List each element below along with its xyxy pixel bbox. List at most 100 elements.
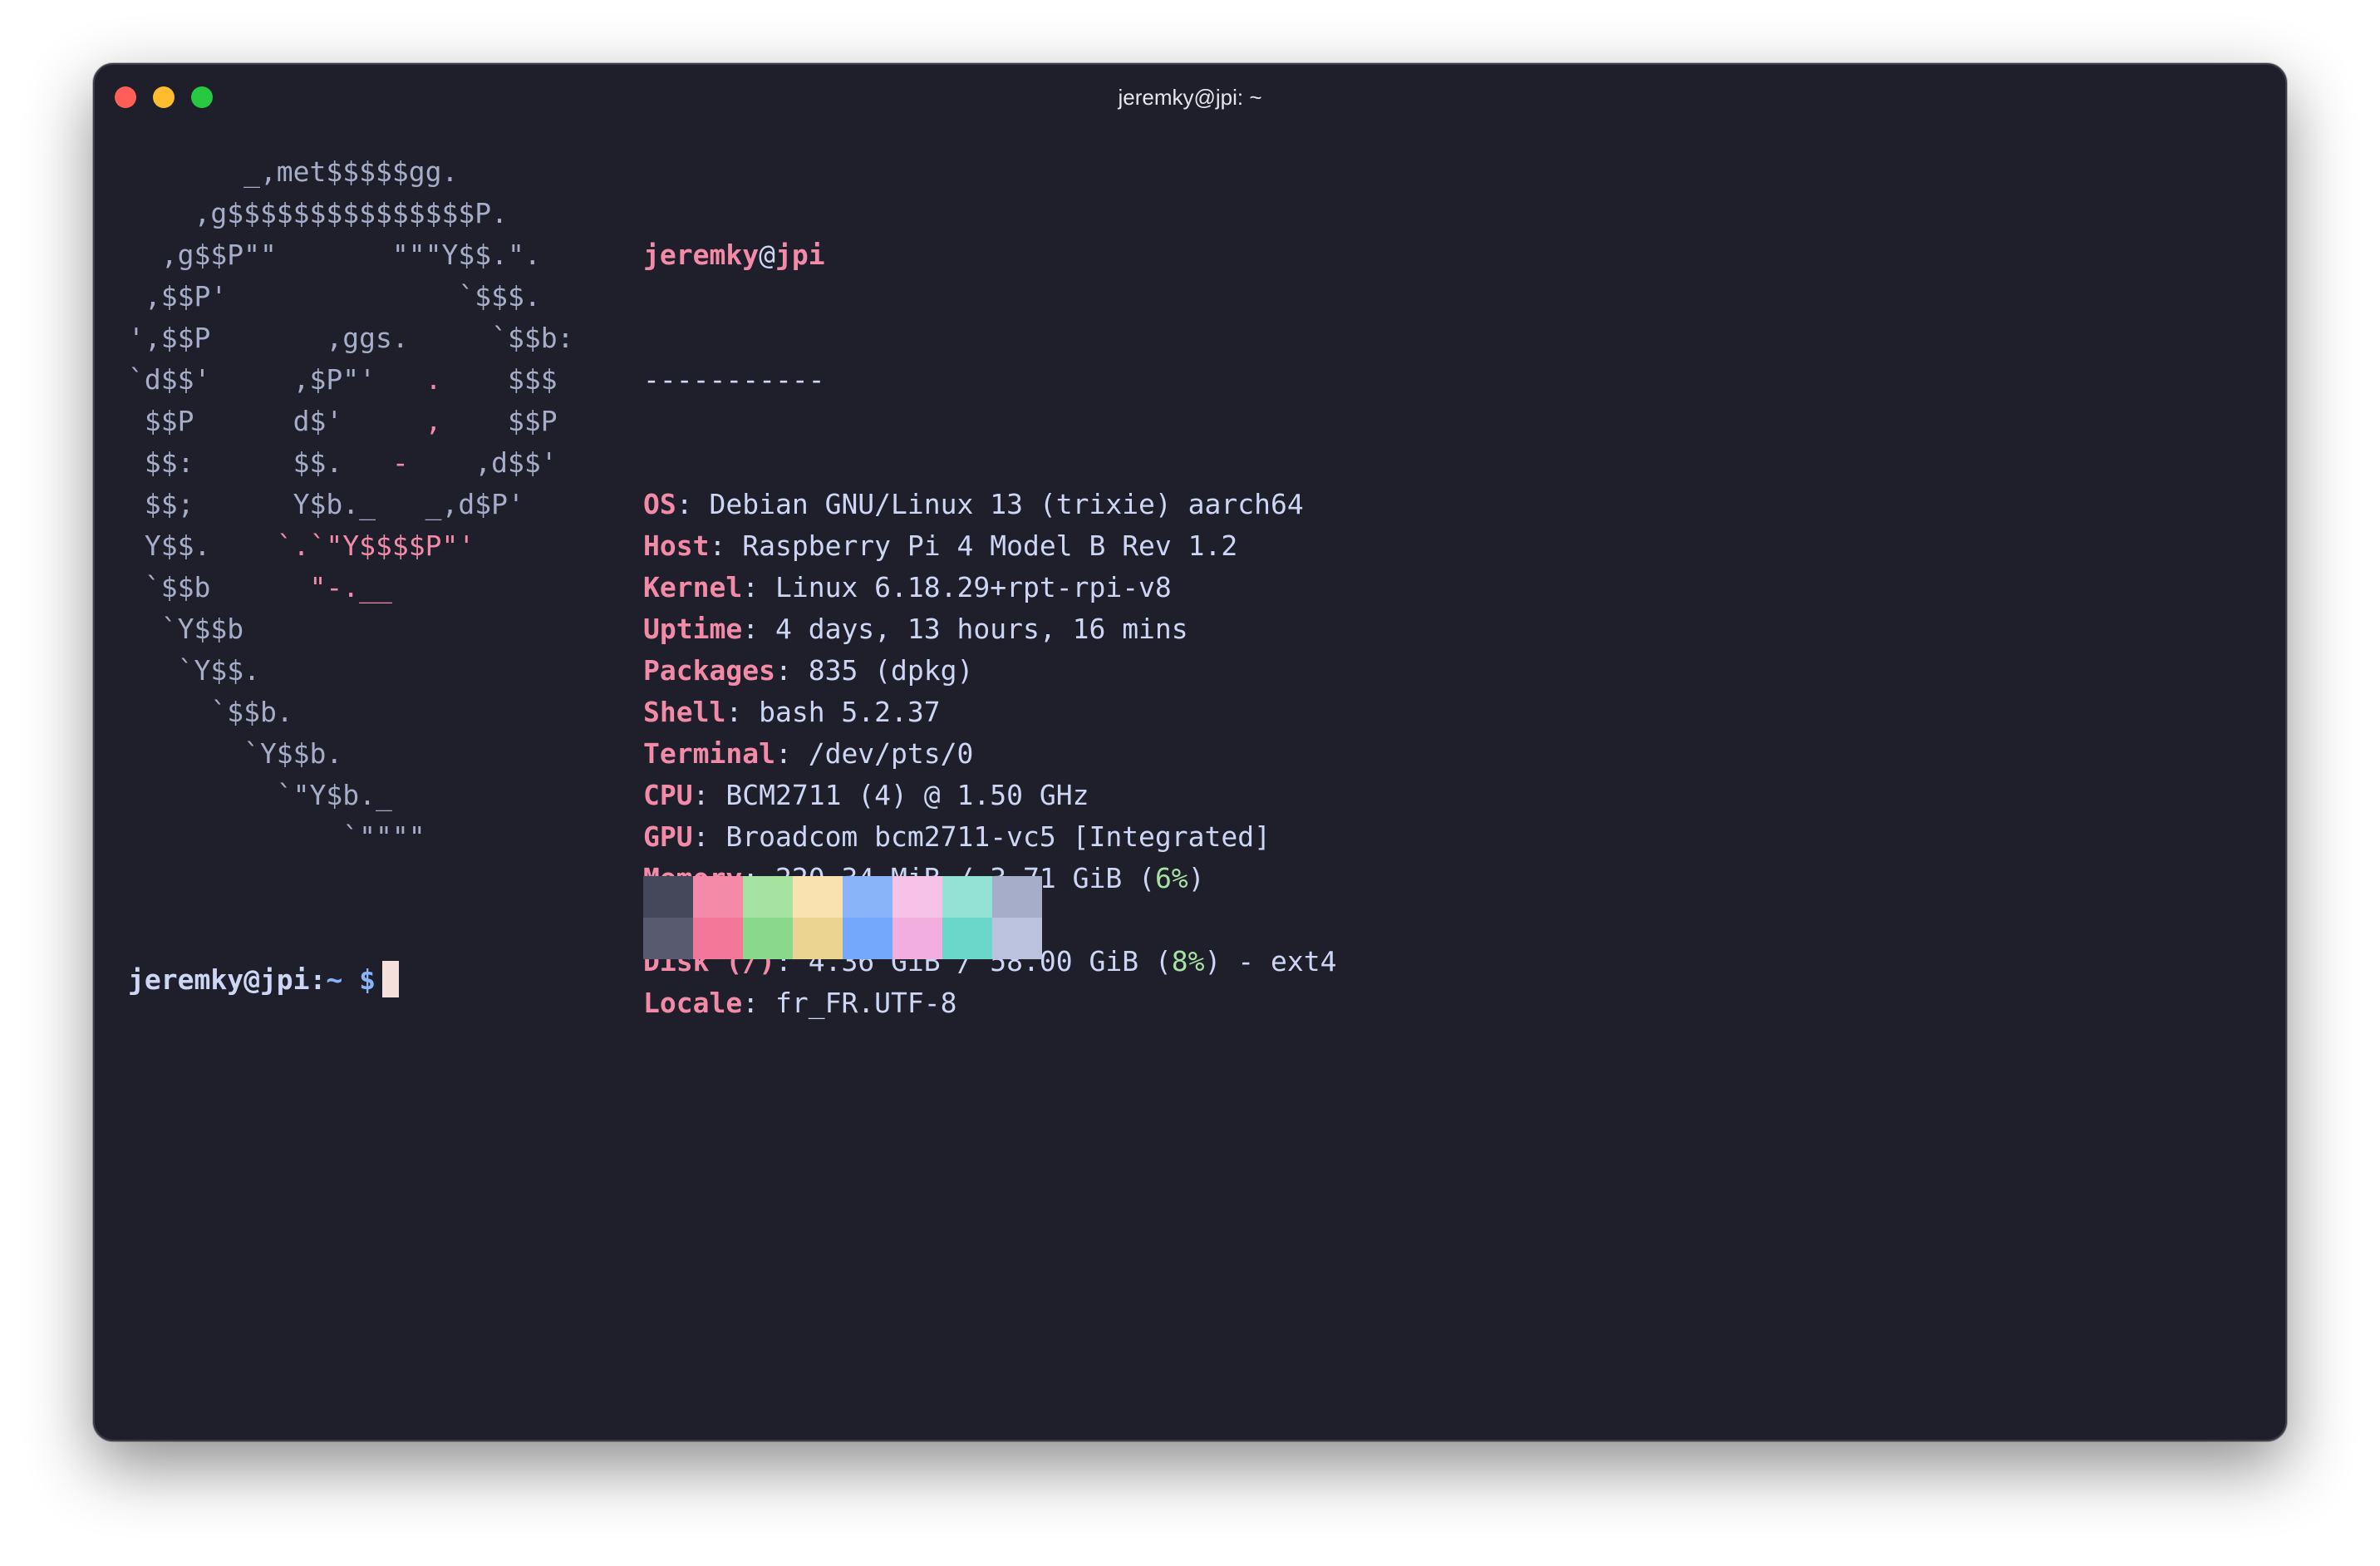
logo-text: ,d$$'	[408, 446, 558, 479]
text-cursor	[382, 961, 400, 997]
info-line: Shell: bash 5.2.37	[643, 696, 941, 728]
logo-text: Y$$.	[128, 529, 277, 562]
info-line: CPU: BCM2711 (4) @ 1.50 GHz	[643, 779, 1089, 811]
info-line: Locale: fr_FR.UTF-8	[643, 987, 957, 1019]
info-separator: -----------	[643, 363, 825, 396]
color-swatch	[643, 918, 693, 959]
logo-line: ',$$P ,ggs. `$$b:	[128, 322, 573, 354]
color-palette	[643, 876, 1042, 959]
info-value: /dev/pts/0	[808, 737, 974, 770]
color-swatch	[893, 876, 942, 918]
prompt-user-host: jeremky@jpi:	[128, 963, 327, 996]
terminal-window: jeremky@jpi: ~ _,met$$$$$gg. ,g$$$$$$$$$…	[93, 63, 2287, 1441]
logo-line: `$$b.	[128, 696, 293, 728]
color-swatch	[843, 876, 893, 918]
info-key: CPU	[643, 779, 693, 811]
info-value: 4 days, 13 hours, 16 mins	[774, 613, 1188, 645]
info-percent: 8%	[1171, 945, 1205, 978]
logo-line: `""""	[128, 820, 425, 853]
color-swatch	[693, 876, 743, 918]
color-swatch	[693, 918, 743, 959]
info-key: Terminal	[643, 737, 775, 770]
debian-ascii-logo: _,met$$$$$gg. ,g$$$$$$$$$$$$$$$P. ,g$$P"…	[128, 151, 573, 858]
info-line: Host: Raspberry Pi 4 Model B Rev 1.2	[643, 529, 1238, 562]
logo-text: ,g$$P"" """Y$$.".	[128, 239, 541, 271]
logo-line: `Y$$b	[128, 613, 243, 645]
color-swatch	[793, 918, 843, 959]
info-value: Debian GNU/Linux 13 (trixie) aarch64	[709, 488, 1304, 520]
color-swatch	[843, 918, 893, 959]
info-header: jeremky@jpi	[643, 234, 1337, 276]
logo-text: $$$	[441, 363, 558, 396]
logo-line: `$$b "-.__	[128, 571, 392, 603]
logo-text: `d$$' ,$P"'	[128, 363, 425, 396]
info-key: OS	[643, 488, 676, 520]
info-value: Broadcom bcm2711-vc5 [Integrated]	[725, 820, 1271, 853]
info-key: Shell	[643, 696, 726, 728]
color-swatch	[743, 876, 793, 918]
logo-accent: "-.__	[309, 571, 392, 603]
info-value: BCM2711 (4) @ 1.50 GHz	[725, 779, 1089, 811]
color-swatch	[893, 918, 942, 959]
info-value: Linux 6.18.29+rpt-rpi-v8	[774, 571, 1172, 603]
logo-line: ,$$P' `$$$.	[128, 280, 541, 313]
logo-accent: `.`"Y$$$$P"'	[276, 529, 475, 562]
logo-text: $$P d$'	[128, 405, 425, 437]
info-line: Packages: 835 (dpkg)	[643, 654, 974, 687]
info-value: bash 5.2.37	[759, 696, 941, 728]
info-value: ) - ext4	[1204, 945, 1337, 978]
color-swatch	[992, 876, 1042, 918]
info-host: jpi	[774, 239, 825, 271]
logo-text: $$; Y$b._ _,d$P'	[128, 488, 524, 520]
logo-line: Y$$. `.`"Y$$$$P"'	[128, 529, 475, 562]
logo-line: `d$$' ,$P"' . $$$	[128, 363, 558, 396]
info-line: OS: Debian GNU/Linux 13 (trixie) aarch64	[643, 488, 1304, 520]
info-key: Locale	[643, 987, 743, 1019]
shell-prompt[interactable]: jeremky@jpi:~ $	[128, 959, 400, 1001]
logo-line: $$; Y$b._ _,d$P'	[128, 488, 524, 520]
info-line: Uptime: 4 days, 13 hours, 16 mins	[643, 613, 1188, 645]
info-user: jeremky	[643, 239, 760, 271]
logo-text: ,$$P' `$$$.	[128, 280, 541, 313]
info-percent: 6%	[1154, 862, 1188, 894]
logo-text: $$: $$.	[128, 446, 392, 479]
logo-text: `Y$$b.	[128, 737, 343, 770]
info-value: 835 (dpkg)	[808, 654, 974, 687]
logo-text: _,met$$$$$gg.	[128, 155, 459, 188]
logo-line: $$P d$' , $$P	[128, 405, 558, 437]
logo-line: ,g$$$$$$$$$$$$$$$P.	[128, 197, 508, 229]
color-swatch	[992, 918, 1042, 959]
logo-line: `Y$$b.	[128, 737, 342, 770]
logo-text: `"Y$b._	[128, 779, 392, 811]
title-bar[interactable]: jeremky@jpi: ~	[95, 65, 2285, 131]
info-line: Terminal: /dev/pts/0	[643, 737, 974, 770]
logo-line: `"Y$b._	[128, 779, 392, 811]
logo-text: `$$b.	[128, 696, 293, 728]
color-swatch	[643, 876, 693, 918]
logo-accent: .	[425, 363, 442, 396]
info-line: Kernel: Linux 6.18.29+rpt-rpi-v8	[643, 571, 1172, 603]
info-value: fr_FR.UTF-8	[774, 987, 957, 1019]
info-key: Host	[643, 529, 710, 562]
logo-text: ,g$$$$$$$$$$$$$$$P.	[128, 197, 508, 229]
logo-accent: -	[391, 446, 409, 479]
logo-text: ',$$P ,ggs. `$$b:	[128, 322, 574, 354]
logo-text: `Y$$.	[128, 654, 260, 687]
logo-text: $$P	[441, 405, 558, 437]
terminal-content[interactable]: _,met$$$$$gg. ,g$$$$$$$$$$$$$$$P. ,g$$P"…	[128, 151, 2252, 1406]
info-at: @	[759, 239, 775, 271]
color-swatch	[942, 876, 992, 918]
color-swatch	[743, 918, 793, 959]
logo-accent: ,	[425, 405, 442, 437]
window-title: jeremky@jpi: ~	[1118, 85, 1262, 110]
logo-line: _,met$$$$$gg.	[128, 155, 458, 188]
color-swatch	[793, 876, 843, 918]
color-swatch	[942, 918, 992, 959]
prompt-symbol: $	[359, 963, 376, 996]
info-key: Uptime	[643, 613, 743, 645]
info-key: GPU	[643, 820, 693, 853]
info-value: Raspberry Pi 4 Model B Rev 1.2	[742, 529, 1238, 562]
info-value: )	[1188, 862, 1205, 894]
info-key: Kernel	[643, 571, 743, 603]
logo-line: $$: $$. - ,d$$'	[128, 446, 558, 479]
